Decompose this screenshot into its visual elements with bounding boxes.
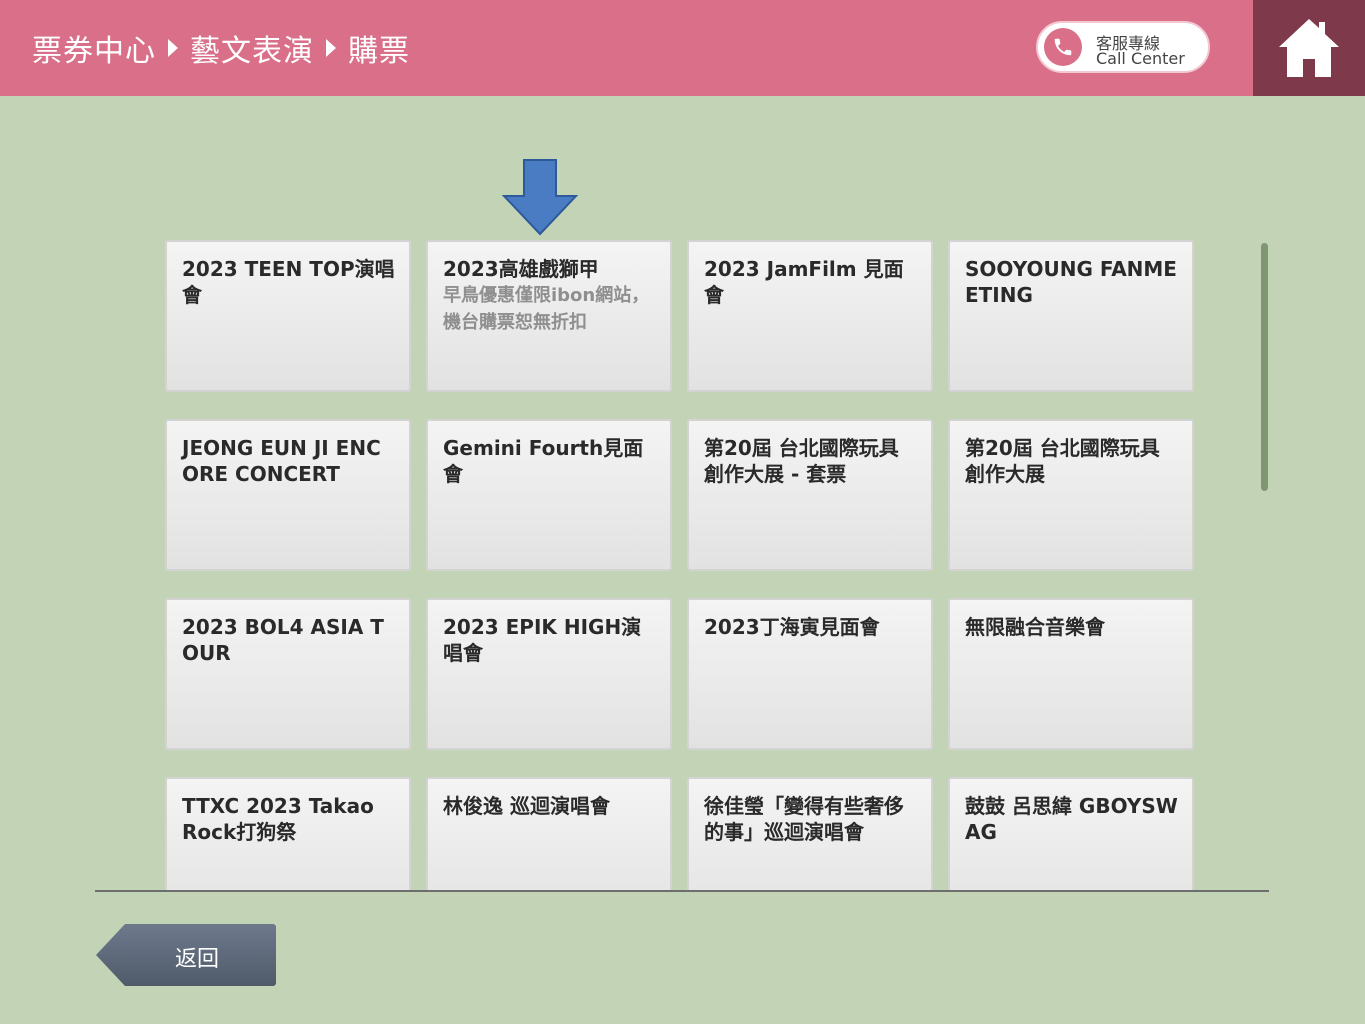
event-title: 2023 TEEN TOP演唱會 <box>182 257 395 307</box>
event-card[interactable]: SOOYOUNG FANMEETING <box>948 240 1194 392</box>
event-title: 2023 BOL4 ASIA TOUR <box>182 615 384 665</box>
breadcrumb-item-ticket-center[interactable]: 票券中心 <box>32 26 156 70</box>
event-card[interactable]: 2023 TEEN TOP演唱會 <box>165 240 411 392</box>
event-card[interactable]: 2023高雄戲獅甲早鳥優惠僅限ibon網站，機台購票恕無折扣 <box>426 240 672 392</box>
event-card[interactable]: 徐佳瑩「變得有些奢侈的事」巡迴演唱會 <box>687 777 933 892</box>
event-card[interactable]: 林俊逸 巡迴演唱會 <box>426 777 672 892</box>
event-card[interactable]: 第20屆 台北國際玩具創作大展 <box>948 419 1194 571</box>
home-icon <box>1279 19 1339 77</box>
event-card[interactable]: 2023 EPIK HIGH演唱會 <box>426 598 672 750</box>
event-title: 2023 JamFilm 見面會 <box>704 257 904 307</box>
event-title: 徐佳瑩「變得有些奢侈的事」巡迴演唱會 <box>704 794 904 844</box>
event-card[interactable]: JEONG EUN JI ENCORE CONCERT <box>165 419 411 571</box>
event-title: JEONG EUN JI ENCORE CONCERT <box>182 436 381 486</box>
back-button[interactable]: 返回 <box>95 923 277 987</box>
breadcrumb-item-performances[interactable]: 藝文表演 <box>190 26 314 70</box>
breadcrumb-separator-icon <box>168 39 178 57</box>
event-title: 第20屆 台北國際玩具創作大展 <box>965 436 1160 486</box>
breadcrumb: 票券中心 藝文表演 購票 <box>32 26 410 70</box>
event-title: SOOYOUNG FANMEETING <box>965 257 1177 307</box>
header-bar: 票券中心 藝文表演 購票 客服專線 Call Center <box>0 0 1365 96</box>
event-title: 第20屆 台北國際玩具創作大展 - 套票 <box>704 436 899 486</box>
breadcrumb-separator-icon <box>326 39 336 57</box>
event-title: 2023 EPIK HIGH演唱會 <box>443 615 642 665</box>
divider <box>95 890 1269 892</box>
back-button-label: 返回 <box>175 947 220 972</box>
home-button[interactable] <box>1253 0 1365 96</box>
scrollbar-thumb[interactable] <box>1261 243 1268 491</box>
event-card[interactable]: 2023 BOL4 ASIA TOUR <box>165 598 411 750</box>
event-title: Gemini Fourth見面會 <box>443 436 644 486</box>
event-card[interactable]: TTXC 2023 Takao Rock打狗祭 <box>165 777 411 892</box>
event-title: 鼓鼓 呂思緯 GBOYSWAG <box>965 794 1178 844</box>
phone-icon <box>1044 28 1082 66</box>
event-title: 2023丁海寅見面會 <box>704 615 880 639</box>
event-grid: 2023 TEEN TOP演唱會 2023高雄戲獅甲早鳥優惠僅限ibon網站，機台… <box>165 240 1200 892</box>
event-card[interactable]: 第20屆 台北國際玩具創作大展 - 套票 <box>687 419 933 571</box>
call-center-button[interactable]: 客服專線 Call Center <box>1036 21 1210 73</box>
event-title: 林俊逸 巡迴演唱會 <box>443 794 610 818</box>
event-card[interactable]: 2023丁海寅見面會 <box>687 598 933 750</box>
down-arrow-icon <box>501 159 579 236</box>
event-title: 無限融合音樂會 <box>965 615 1105 639</box>
event-card[interactable]: 鼓鼓 呂思緯 GBOYSWAG <box>948 777 1194 892</box>
event-title: TTXC 2023 Takao Rock打狗祭 <box>182 794 374 844</box>
event-card[interactable]: 2023 JamFilm 見面會 <box>687 240 933 392</box>
event-card[interactable]: Gemini Fourth見面會 <box>426 419 672 571</box>
event-subtitle: 早鳥優惠僅限ibon網站，機台購票恕無折扣 <box>443 285 650 333</box>
breadcrumb-item-purchase: 購票 <box>348 34 410 69</box>
event-title: 2023高雄戲獅甲 <box>443 257 599 281</box>
call-center-label-en: Call Center <box>1096 49 1185 68</box>
event-card[interactable]: 無限融合音樂會 <box>948 598 1194 750</box>
